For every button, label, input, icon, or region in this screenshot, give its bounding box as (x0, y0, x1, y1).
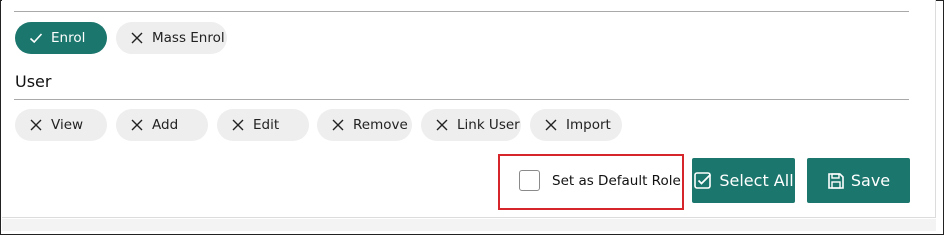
select-all-label: Select All (719, 171, 794, 190)
user-remove-label: Remove (353, 117, 408, 133)
user-import-label: Import (566, 117, 611, 133)
user-edit-toggle[interactable]: Edit (217, 109, 309, 141)
save-icon (827, 172, 845, 190)
user-link-user-toggle[interactable]: Link User (421, 109, 521, 141)
divider-top (14, 11, 909, 12)
enrol-label: Enrol (51, 30, 86, 46)
x-icon (331, 118, 345, 132)
divider-user (14, 99, 909, 100)
x-icon (435, 118, 449, 132)
user-link-user-label: Link User (457, 117, 520, 133)
user-edit-label: Edit (253, 117, 280, 133)
x-icon (130, 118, 144, 132)
x-icon (544, 118, 558, 132)
enrol-toggle[interactable]: Enrol (15, 22, 107, 54)
panel-footer-strip (2, 219, 936, 231)
user-remove-toggle[interactable]: Remove (317, 109, 412, 141)
checkbox-check-icon (693, 171, 713, 191)
x-icon (130, 31, 144, 45)
mass-enrol-toggle[interactable]: Mass Enrol (116, 22, 227, 54)
x-icon (29, 118, 43, 132)
user-import-toggle[interactable]: Import (530, 109, 622, 141)
user-view-label: View (51, 117, 84, 133)
save-label: Save (850, 171, 891, 190)
select-all-button[interactable]: Select All (692, 158, 795, 203)
mass-enrol-label: Mass Enrol (152, 30, 225, 46)
x-icon (231, 118, 245, 132)
default-role-checkbox[interactable] (519, 170, 540, 191)
save-button[interactable]: Save (807, 158, 910, 203)
user-add-label: Add (152, 117, 179, 133)
user-section-title: User (15, 72, 52, 91)
check-icon (29, 31, 43, 45)
user-view-toggle[interactable]: View (15, 109, 107, 141)
default-role-label: Set as Default Role (552, 173, 681, 189)
user-add-toggle[interactable]: Add (116, 109, 208, 141)
